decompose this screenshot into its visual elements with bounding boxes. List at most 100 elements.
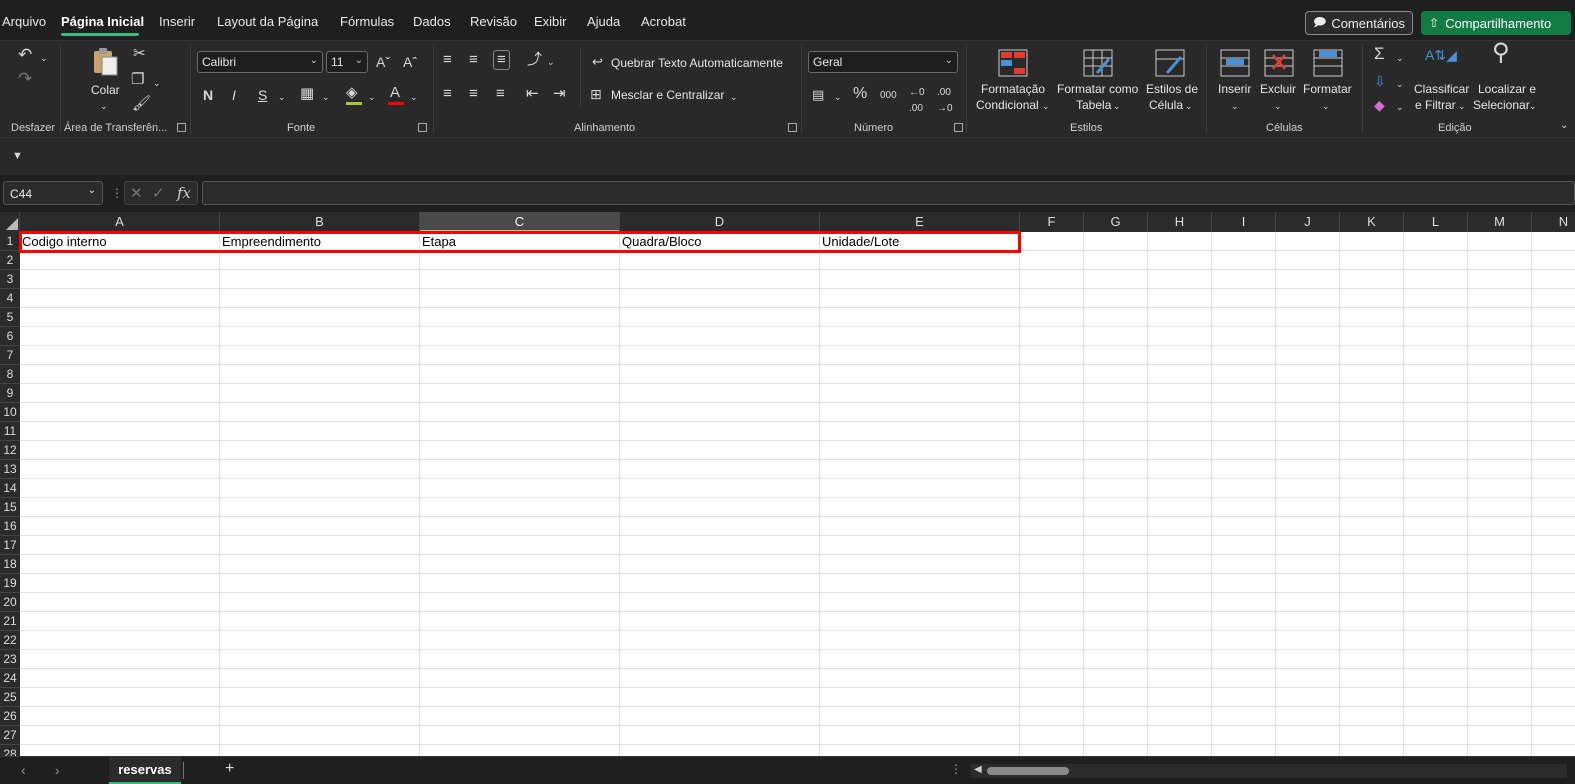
number-format-select[interactable]: Geral ⌄: [808, 51, 958, 73]
paste-icon[interactable]: [91, 47, 119, 77]
tab-ajuda[interactable]: Ajuda: [587, 14, 620, 29]
column-header-l[interactable]: L: [1404, 212, 1468, 232]
orientation-dropdown-icon[interactable]: ⌄: [547, 54, 555, 70]
merge-dropdown-icon[interactable]: ⌄: [730, 89, 738, 105]
tab-exibir[interactable]: Exibir: [534, 14, 567, 29]
customize-toolbar-icon[interactable]: ▼: [12, 148, 23, 164]
row-header-15[interactable]: 15: [0, 498, 20, 517]
increase-font-icon[interactable]: Aˇ: [376, 54, 390, 70]
row-header-20[interactable]: 20: [0, 593, 20, 612]
align-top-icon[interactable]: ≡: [443, 52, 452, 68]
column-header-d[interactable]: D: [620, 212, 820, 232]
underline-button[interactable]: S: [258, 87, 267, 103]
scroll-left-icon[interactable]: ◀: [974, 764, 982, 775]
delete-cells-icon[interactable]: [1264, 49, 1294, 77]
sort-filter-icon[interactable]: A⇅◢: [1425, 47, 1457, 63]
tab-pagina-inicial[interactable]: Página Inicial: [61, 14, 144, 29]
conditional-formatting-label-2[interactable]: Condicional: [976, 98, 1039, 113]
row-header-13[interactable]: 13: [0, 460, 20, 479]
undo-dropdown-icon[interactable]: ⌄: [40, 50, 48, 66]
font-name-select[interactable]: Calibri ⌄: [197, 51, 323, 73]
cell-styles-label-2[interactable]: Célula: [1149, 98, 1183, 113]
decrease-indent-icon[interactable]: ⇤: [526, 86, 539, 102]
chevron-down-icon[interactable]: ⌄: [1458, 98, 1466, 114]
font-launcher-icon[interactable]: [418, 123, 427, 132]
fill-icon[interactable]: ⇩: [1374, 73, 1386, 89]
tab-arquivo[interactable]: Arquivo: [2, 14, 46, 29]
row-header-26[interactable]: 26: [0, 707, 20, 726]
bold-button[interactable]: N: [203, 87, 213, 103]
next-sheet-icon[interactable]: ›: [55, 762, 60, 778]
formula-input[interactable]: [202, 181, 1575, 205]
borders-icon[interactable]: ▦: [300, 86, 314, 102]
align-bottom-icon[interactable]: ≡: [493, 50, 510, 70]
font-color-dropdown-icon[interactable]: ⌄: [410, 89, 418, 105]
fill-dropdown-icon[interactable]: ⌄: [1396, 76, 1404, 92]
sort-filter-label-1[interactable]: Classificar: [1414, 82, 1469, 97]
autosum-dropdown-icon[interactable]: ⌄: [1396, 50, 1404, 66]
row-header-23[interactable]: 23: [0, 650, 20, 669]
comments-button[interactable]: 🗩 Comentários: [1305, 11, 1413, 35]
row-header-3[interactable]: 3: [0, 270, 20, 289]
column-header-b[interactable]: B: [220, 212, 420, 232]
decrease-decimal-icon[interactable]: .00 →0: [937, 85, 953, 117]
row-header-2[interactable]: 2: [0, 251, 20, 270]
wrap-text-button[interactable]: Quebrar Texto Automaticamente: [611, 56, 783, 70]
format-painter-icon[interactable]: 🖌: [132, 96, 151, 112]
chevron-down-icon[interactable]: ⌄: [1322, 98, 1330, 114]
thousands-icon[interactable]: 000: [880, 88, 897, 104]
row-header-14[interactable]: 14: [0, 479, 20, 498]
align-center-icon[interactable]: ≡: [469, 86, 478, 102]
format-cells-icon[interactable]: [1313, 49, 1343, 77]
column-header-e[interactable]: E: [820, 212, 1020, 232]
column-header-f[interactable]: F: [1020, 212, 1084, 232]
format-cells-button[interactable]: Formatar: [1303, 82, 1352, 97]
row-header-9[interactable]: 9: [0, 384, 20, 403]
horizontal-scrollbar[interactable]: ◀: [971, 764, 1567, 778]
more-options-icon[interactable]: ⋮: [950, 762, 962, 776]
row-header-18[interactable]: 18: [0, 555, 20, 574]
row-header-25[interactable]: 25: [0, 688, 20, 707]
share-button[interactable]: ⇧ Compartilhamento: [1421, 11, 1571, 35]
chevron-down-icon[interactable]: ⌄: [1231, 98, 1239, 114]
column-header-k[interactable]: K: [1340, 212, 1404, 232]
find-select-label-2[interactable]: Selecionar: [1473, 98, 1530, 113]
alignment-launcher-icon[interactable]: [788, 123, 797, 132]
row-header-10[interactable]: 10: [0, 403, 20, 422]
row-header-16[interactable]: 16: [0, 517, 20, 536]
more-options-icon[interactable]: ⋮: [111, 186, 123, 200]
currency-icon[interactable]: ▤: [812, 87, 824, 103]
tab-acrobat[interactable]: Acrobat: [641, 14, 686, 29]
align-middle-icon[interactable]: ≡: [469, 52, 478, 68]
fill-color-icon[interactable]: ◈: [346, 85, 358, 101]
borders-dropdown-icon[interactable]: ⌄: [322, 89, 330, 105]
add-sheet-button[interactable]: +: [225, 760, 234, 778]
row-header-22[interactable]: 22: [0, 631, 20, 650]
chevron-down-icon[interactable]: ⌄: [1113, 98, 1121, 114]
spreadsheet-grid[interactable]: A Codigo interno B Empreendimento C Etapa D Qua…: [0, 212, 1575, 756]
cut-icon[interactable]: ✂: [133, 46, 146, 62]
format-as-table-icon[interactable]: [1083, 49, 1113, 77]
prev-sheet-icon[interactable]: ‹: [21, 762, 26, 778]
paste-label[interactable]: Colar: [91, 83, 120, 98]
row-header-8[interactable]: 8: [0, 365, 20, 384]
font-size-select[interactable]: 11 ⌄: [326, 51, 368, 73]
row-header-28[interactable]: 28: [0, 745, 20, 756]
row-header-7[interactable]: 7: [0, 346, 20, 365]
sort-filter-label-2[interactable]: e Filtrar: [1415, 98, 1456, 113]
scrollbar-thumb[interactable]: [987, 767, 1069, 775]
column-header-n[interactable]: N: [1532, 212, 1575, 232]
undo-icon[interactable]: ↶: [18, 46, 32, 63]
find-select-label-1[interactable]: Localizar e: [1478, 82, 1536, 97]
column-header-a[interactable]: A: [20, 212, 220, 232]
tab-dados[interactable]: Dados: [413, 14, 451, 29]
tab-layout-da-pagina[interactable]: Layout da Página: [217, 14, 318, 29]
tab-revisao[interactable]: Revisão: [470, 14, 517, 29]
increase-decimal-icon[interactable]: ←0.00: [909, 85, 925, 117]
merge-center-button[interactable]: Mesclar e Centralizar: [611, 88, 724, 102]
currency-dropdown-icon[interactable]: ⌄: [834, 89, 842, 105]
format-as-table-label-1[interactable]: Formatar como: [1057, 82, 1138, 97]
underline-dropdown-icon[interactable]: ⌄: [278, 89, 286, 105]
number-launcher-icon[interactable]: [954, 123, 963, 132]
clear-dropdown-icon[interactable]: ⌄: [1396, 99, 1404, 115]
